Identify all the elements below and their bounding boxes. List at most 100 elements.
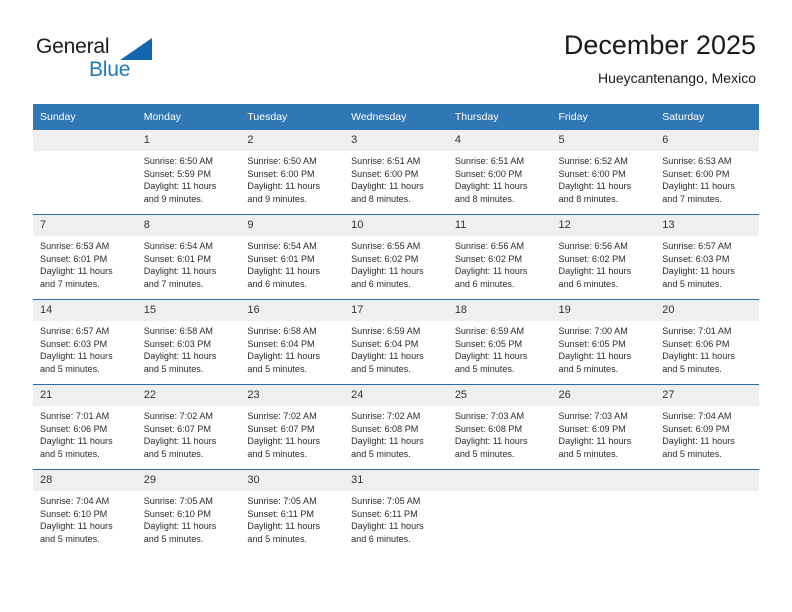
day-details: Sunrise: 6:51 AM Sunset: 6:00 PM Daylight:… (344, 151, 448, 205)
calendar-week-row: 28 Sunrise: 7:04 AM Sunset: 6:10 PM Dayligh… (33, 469, 759, 554)
sunset-text: Sunset: 6:08 PM (351, 423, 419, 434)
weekday-header-thursday: Thursday (447, 104, 552, 130)
day-number: 28 (33, 470, 137, 491)
page-title: December 2025 (563, 30, 756, 60)
day-cell[interactable]: 29 Sunrise: 7:05 AM Sunset: 6:10 PM Dayligh… (136, 469, 241, 554)
sunset-text: Sunset: 6:05 PM (454, 338, 523, 349)
day-cell[interactable]: 22 Sunrise: 7:02 AM Sunset: 6:07 PM Dayligh… (136, 384, 241, 470)
calendar-body: 1 Sunrise: 6:50 AM Sunset: 5:59 PM Daylight… (33, 130, 759, 554)
day-number: 16 (240, 300, 345, 321)
daylight-text-line1: Daylight: 11 hours (351, 266, 424, 277)
day-cell[interactable]: 9 Sunrise: 6:54 AM Sunset: 6:01 PM Daylight… (240, 214, 345, 300)
day-cell[interactable]: 12 Sunrise: 6:56 AM Sunset: 6:02 PM Dayligh… (551, 214, 656, 300)
day-cell[interactable]: 30 Sunrise: 7:05 AM Sunset: 6:11 PM Dayligh… (240, 469, 345, 554)
calendar-page: General Blue December 2025 Hueycantenang… (0, 0, 792, 612)
day-number: 4 (447, 130, 552, 151)
day-cell[interactable]: 20 Sunrise: 7:01 AM Sunset: 6:06 PM Dayligh… (655, 299, 759, 385)
logo-text-blue: Blue (89, 58, 131, 81)
day-number: 21 (33, 385, 137, 406)
daylight-text-line2: and 5 minutes. (351, 448, 411, 459)
daylight-text-line2: and 9 minutes. (247, 193, 308, 204)
day-cell[interactable]: 17 Sunrise: 6:59 AM Sunset: 6:04 PM Dayligh… (344, 299, 448, 385)
day-details: Sunrise: 7:01 AM Sunset: 6:06 PM Daylight:… (33, 406, 137, 460)
day-details: Sunrise: 6:55 AM Sunset: 6:02 PM Daylight:… (344, 236, 448, 290)
day-number: 24 (344, 385, 448, 406)
day-cell[interactable]: 15 Sunrise: 6:58 AM Sunset: 6:03 PM Dayligh… (136, 299, 241, 385)
day-cell[interactable] (33, 130, 137, 215)
day-cell[interactable]: 25 Sunrise: 7:03 AM Sunset: 6:08 PM Dayligh… (447, 384, 552, 470)
day-cell[interactable]: 8 Sunrise: 6:54 AM Sunset: 6:01 PM Daylight… (136, 214, 241, 300)
day-cell[interactable]: 4 Sunrise: 6:51 AM Sunset: 6:00 PM Daylight… (447, 130, 552, 215)
sunrise-text: Sunrise: 6:51 AM (351, 156, 421, 166)
day-cell[interactable]: 11 Sunrise: 6:56 AM Sunset: 6:02 PM Dayligh… (447, 214, 552, 300)
day-details: Sunrise: 6:53 AM Sunset: 6:01 PM Daylight:… (33, 236, 137, 290)
day-number: 31 (344, 470, 448, 491)
sunset-text: Sunset: 6:07 PM (247, 423, 315, 434)
sunrise-text: Sunrise: 6:57 AM (662, 241, 732, 251)
day-details: Sunrise: 6:59 AM Sunset: 6:05 PM Daylight:… (448, 321, 552, 375)
daylight-text-line1: Daylight: 11 hours (454, 266, 528, 277)
day-cell[interactable]: 27 Sunrise: 7:04 AM Sunset: 6:09 PM Dayligh… (655, 384, 759, 470)
daylight-text-line1: Daylight: 11 hours (662, 181, 735, 192)
day-cell[interactable]: 7 Sunrise: 6:53 AM Sunset: 6:01 PM Daylight… (33, 214, 137, 300)
daylight-text-line1: Daylight: 11 hours (454, 181, 528, 192)
daylight-text-line1: Daylight: 11 hours (351, 351, 424, 362)
day-cell[interactable]: 5 Sunrise: 6:52 AM Sunset: 6:00 PM Daylight… (551, 130, 656, 215)
sunset-text: Sunset: 6:03 PM (40, 338, 108, 349)
day-cell[interactable]: 3 Sunrise: 6:51 AM Sunset: 6:00 PM Daylight… (344, 130, 448, 215)
sunrise-text: Sunrise: 7:04 AM (662, 411, 732, 421)
day-cell[interactable]: 2 Sunrise: 6:50 AM Sunset: 6:00 PM Daylight… (240, 130, 345, 215)
day-cell[interactable]: 18 Sunrise: 6:59 AM Sunset: 6:05 PM Dayligh… (447, 299, 552, 385)
daylight-text-line2: and 5 minutes. (143, 533, 204, 544)
day-number: 11 (447, 215, 552, 236)
general-blue-logo[interactable]: General Blue (36, 36, 216, 92)
logo-text-general: General (36, 35, 110, 58)
day-details (655, 491, 759, 495)
sunrise-text: Sunrise: 6:50 AM (247, 156, 317, 166)
page-header: General Blue December 2025 Hueycantenang… (0, 0, 792, 100)
day-details: Sunrise: 7:05 AM Sunset: 6:11 PM Daylight:… (344, 491, 448, 545)
daylight-text-line2: and 5 minutes. (247, 363, 308, 374)
day-number: 6 (655, 130, 759, 151)
daylight-text-line1: Daylight: 11 hours (454, 436, 528, 447)
sunset-text: Sunset: 6:01 PM (247, 253, 315, 264)
day-cell[interactable] (447, 469, 552, 554)
daylight-text-line2: and 8 minutes. (351, 193, 411, 204)
day-cell[interactable]: 19 Sunrise: 7:00 AM Sunset: 6:05 PM Dayligh… (551, 299, 656, 385)
weekday-header-friday: Friday (551, 104, 656, 130)
day-cell[interactable]: 10 Sunrise: 6:55 AM Sunset: 6:02 PM Dayligh… (344, 214, 448, 300)
day-cell[interactable]: 16 Sunrise: 6:58 AM Sunset: 6:04 PM Dayligh… (240, 299, 345, 385)
day-number: 29 (136, 470, 241, 491)
sunset-text: Sunset: 6:08 PM (454, 423, 523, 434)
sunset-text: Sunset: 6:00 PM (558, 168, 626, 179)
day-cell[interactable]: 1 Sunrise: 6:50 AM Sunset: 5:59 PM Daylight… (136, 130, 241, 215)
day-cell[interactable]: 6 Sunrise: 6:53 AM Sunset: 6:00 PM Daylight… (655, 130, 759, 215)
weekday-header-wednesday: Wednesday (344, 104, 448, 130)
sunrise-text: Sunrise: 6:59 AM (454, 326, 525, 336)
daylight-text-line2: and 6 minutes. (351, 278, 411, 289)
sunset-text: Sunset: 5:59 PM (143, 168, 211, 179)
day-number: 5 (551, 130, 656, 151)
day-number: 25 (447, 385, 552, 406)
day-cell[interactable]: 26 Sunrise: 7:03 AM Sunset: 6:09 PM Dayligh… (551, 384, 656, 470)
day-cell[interactable]: 23 Sunrise: 7:02 AM Sunset: 6:07 PM Dayligh… (240, 384, 345, 470)
sunset-text: Sunset: 6:06 PM (40, 423, 108, 434)
sunset-text: Sunset: 6:04 PM (247, 338, 315, 349)
day-cell[interactable]: 13 Sunrise: 6:57 AM Sunset: 6:03 PM Dayligh… (655, 214, 759, 300)
sunrise-text: Sunrise: 6:58 AM (247, 326, 317, 336)
day-number: 3 (344, 130, 448, 151)
sunset-text: Sunset: 6:01 PM (143, 253, 211, 264)
day-details: Sunrise: 6:54 AM Sunset: 6:01 PM Daylight:… (137, 236, 241, 290)
weekday-header-sunday: Sunday (33, 104, 137, 130)
day-cell[interactable] (551, 469, 656, 554)
daylight-text-line2: and 5 minutes. (662, 363, 722, 374)
day-cell[interactable]: 14 Sunrise: 6:57 AM Sunset: 6:03 PM Dayligh… (33, 299, 137, 385)
day-cell[interactable]: 21 Sunrise: 7:01 AM Sunset: 6:06 PM Dayligh… (33, 384, 137, 470)
daylight-text-line1: Daylight: 11 hours (558, 181, 632, 192)
calendar-header-row: Sunday Monday Tuesday Wednesday Thursday… (33, 104, 759, 130)
sunset-text: Sunset: 6:11 PM (247, 508, 314, 519)
day-cell[interactable]: 31 Sunrise: 7:05 AM Sunset: 6:11 PM Dayligh… (344, 469, 448, 554)
day-cell[interactable]: 24 Sunrise: 7:02 AM Sunset: 6:08 PM Dayligh… (344, 384, 448, 470)
day-cell[interactable]: 28 Sunrise: 7:04 AM Sunset: 6:10 PM Dayligh… (33, 469, 137, 554)
day-cell[interactable] (655, 469, 759, 554)
